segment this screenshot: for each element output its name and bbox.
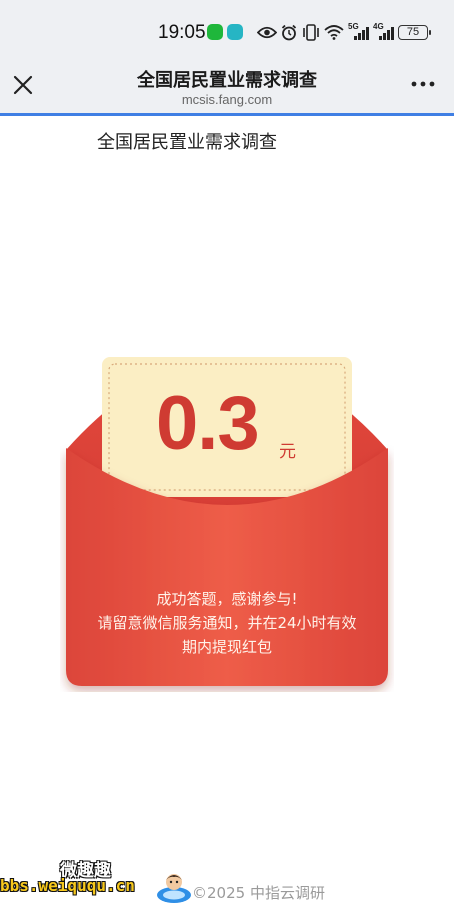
signal-4g-icon: 4G: [373, 22, 395, 40]
watermark-site: bbs.weiququ.cn: [0, 876, 135, 895]
message-icon: [227, 24, 243, 40]
battery-indicator: 75: [398, 25, 431, 40]
more-icon[interactable]: [410, 78, 436, 90]
eye-icon: [257, 26, 277, 39]
watermark-logo-icon: [157, 874, 191, 903]
nav-title: 全国居民置业需求调查: [137, 70, 317, 91]
wifi-icon: [324, 25, 344, 40]
page-title: 全国居民置业需求调查: [97, 132, 277, 153]
notice-message-line2: 期内提现红包: [181, 638, 272, 656]
wechat-icon: [207, 24, 223, 40]
notice-message-line1: 请留意微信服务通知，并在24小时有效: [97, 614, 357, 632]
page-load-progress: [0, 113, 454, 116]
copyright-text: ©2025 中指云调研: [192, 884, 325, 902]
alarm-icon: [281, 24, 297, 41]
success-message: 成功答题，感谢参与!: [156, 590, 298, 608]
status-time: 19:05: [158, 22, 206, 43]
signal-5g-icon: 5G: [348, 22, 370, 40]
vibrate-icon: [303, 24, 319, 41]
nav-url: mcsis.fang.com: [181, 92, 273, 107]
